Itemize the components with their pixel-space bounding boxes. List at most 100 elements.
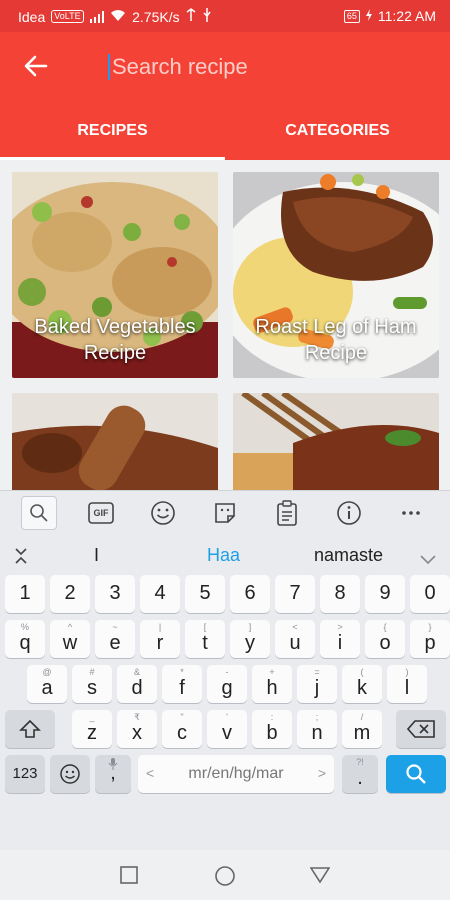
key-3[interactable]: 3	[95, 575, 135, 613]
key-z[interactable]: _ z	[72, 710, 112, 748]
gif-icon[interactable]: GIF	[83, 496, 119, 530]
key-q[interactable]: % q	[5, 620, 45, 658]
sticker-icon[interactable]	[207, 496, 243, 530]
backspace-key[interactable]	[396, 710, 446, 748]
key-m[interactable]: / m	[342, 710, 382, 748]
key-label: 3	[109, 582, 121, 604]
suggestion-2[interactable]: Haa	[207, 545, 240, 566]
recipe-card[interactable]: Roast Leg of Ham Recipe	[233, 172, 439, 378]
key-label: 9	[379, 582, 391, 604]
key-label: f	[179, 677, 185, 699]
key-p[interactable]: } p	[410, 620, 450, 658]
recents-icon[interactable]	[120, 866, 138, 889]
key-9[interactable]: 9	[365, 575, 405, 613]
key-w[interactable]: ^ w	[50, 620, 90, 658]
key-label: e	[109, 632, 121, 654]
search-action-key[interactable]	[386, 755, 446, 793]
tab-recipes[interactable]: RECIPES	[0, 114, 225, 160]
backspace-icon	[407, 720, 435, 738]
key-5[interactable]: 5	[185, 575, 225, 613]
key-g[interactable]: -g	[207, 665, 247, 703]
tab-categories[interactable]: CATEGORIES	[225, 114, 450, 160]
key-r[interactable]: | r	[140, 620, 180, 658]
suggestion-1[interactable]: I	[94, 545, 99, 566]
emoji-icon[interactable]	[145, 496, 181, 530]
space-language-label: mr/en/hg/mar	[188, 765, 284, 782]
space-key[interactable]: < mr/en/hg/mar >	[138, 755, 334, 793]
key-i[interactable]: > i	[320, 620, 360, 658]
key-label: o	[379, 632, 391, 654]
key-hint: &	[133, 667, 140, 677]
key-6[interactable]: 6	[230, 575, 270, 613]
symbols-key[interactable]: 123	[5, 755, 45, 793]
clipboard-icon[interactable]	[269, 496, 305, 530]
soft-keyboard: GIF I Haa namaste 1 2 3 4 5 6 7 8 9 0 % q ^ w ~ e | r[t] y…	[0, 490, 450, 850]
search-icon[interactable]	[21, 496, 57, 530]
key-d[interactable]: & d	[117, 665, 157, 703]
sync-icon	[186, 8, 196, 25]
home-icon[interactable]	[214, 865, 236, 892]
key-y[interactable]: ] y	[230, 620, 270, 658]
recipe-image-stew	[12, 393, 218, 490]
key-t[interactable]: [t	[185, 620, 225, 658]
more-icon[interactable]	[393, 496, 429, 530]
key-v[interactable]: ' v	[207, 710, 247, 748]
key-x[interactable]: ₹ x	[117, 710, 157, 748]
key-a[interactable]: @ a	[27, 665, 67, 703]
key-f[interactable]: * f	[162, 665, 202, 703]
back-arrow-icon[interactable]	[22, 52, 50, 80]
key-hint: "	[180, 712, 184, 722]
comma-key[interactable]: ,	[95, 755, 131, 793]
key-label: 7	[289, 582, 301, 604]
key-label: 4	[154, 582, 166, 604]
key-o[interactable]: {o	[365, 620, 405, 658]
search-input[interactable]	[112, 54, 412, 80]
key-label: m	[353, 722, 371, 744]
key-0[interactable]: 0	[410, 575, 450, 613]
key-s[interactable]: # s	[72, 665, 112, 703]
key-k[interactable]: (k	[342, 665, 382, 703]
recipe-card[interactable]	[12, 393, 218, 490]
key-hint: :	[270, 712, 274, 722]
key-l[interactable]: ) l	[387, 665, 427, 703]
key-hint: <	[292, 622, 298, 632]
info-icon[interactable]	[331, 496, 367, 530]
key-label: n	[311, 722, 323, 744]
key-label: y	[245, 632, 255, 654]
back-icon[interactable]	[309, 866, 331, 889]
key-2[interactable]: 2	[50, 575, 90, 613]
text-cursor	[108, 54, 110, 80]
shift-key[interactable]	[5, 710, 55, 748]
search-field[interactable]	[108, 50, 428, 84]
recipe-card[interactable]	[233, 393, 439, 490]
carrier-name: Idea	[18, 8, 46, 25]
period-key[interactable]: ?!.	[342, 755, 378, 793]
key-label: u	[289, 632, 301, 654]
key-label: d	[131, 677, 143, 699]
recipe-title: Roast Leg of Ham Recipe	[255, 316, 417, 364]
key-h[interactable]: + h	[252, 665, 292, 703]
key-c[interactable]: " c	[162, 710, 202, 748]
key-hint: /	[360, 712, 364, 722]
key-1[interactable]: 1	[5, 575, 45, 613]
key-hint: +	[269, 667, 275, 677]
tab-bar: RECIPES CATEGORIES	[0, 114, 450, 160]
navigation-bar	[0, 850, 450, 900]
keyboard-toolbar: GIF	[0, 491, 450, 535]
recipe-card[interactable]: Baked Vegetables Recipe	[12, 172, 218, 378]
chevron-down-icon[interactable]	[420, 549, 436, 570]
collapse-icon[interactable]	[14, 547, 28, 570]
key-hint: =	[314, 667, 320, 677]
key-e[interactable]: ~ e	[95, 620, 135, 658]
key-j[interactable]: = j	[297, 665, 337, 703]
key-4[interactable]: 4	[140, 575, 180, 613]
suggestion-3[interactable]: namaste	[314, 545, 383, 566]
recipe-grid: Baked Vegetables Recipe Roast Leg of Ham…	[0, 160, 450, 490]
key-u[interactable]: < u	[275, 620, 315, 658]
key-n[interactable]: ; n	[297, 710, 337, 748]
key-label: t	[202, 632, 208, 654]
emoji-key[interactable]	[50, 755, 90, 793]
key-7[interactable]: 7	[275, 575, 315, 613]
key-b[interactable]: :b	[252, 710, 292, 748]
key-8[interactable]: 8	[320, 575, 360, 613]
